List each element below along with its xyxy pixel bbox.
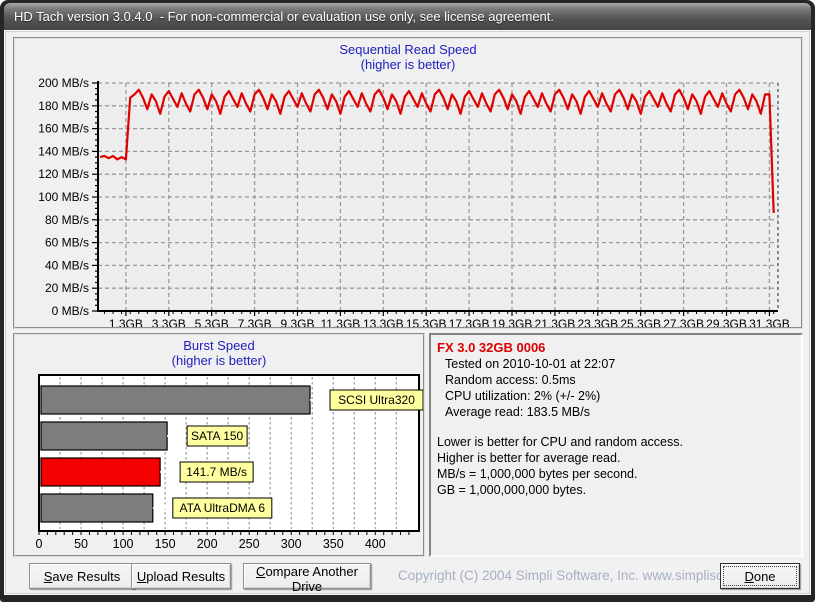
window-title: HD Tach version 3.0.4.0 - For non-commer… xyxy=(14,9,554,24)
dialog-content: Sequential Read Speed (higher is better)… xyxy=(4,30,811,595)
info-note-line: MB/s = 1,000,000 bytes per second. xyxy=(437,466,801,482)
burst-x-tick-label: 0 xyxy=(36,537,43,551)
drive-name: FX 3.0 32GB 0006 xyxy=(431,335,801,356)
seq-y-tick-label: 120 MB/s xyxy=(38,167,89,181)
seq-y-tick-label: 40 MB/s xyxy=(45,258,89,272)
titlebar[interactable]: HD Tach version 3.0.4.0 - For non-commer… xyxy=(4,3,811,30)
seq-x-tick-label: 25,3GB xyxy=(620,317,661,327)
info-note-line: Higher is better for average read. xyxy=(437,450,801,466)
seq-y-tick-label: 0 MB/s xyxy=(52,304,89,318)
seq-x-tick-label: 1,3GB xyxy=(109,317,143,327)
info-note-line: Lower is better for CPU and random acces… xyxy=(437,434,801,450)
drive-detail-line: Average read: 183.5 MB/s xyxy=(445,404,801,420)
burst-bar-label: 141.7 MB/s xyxy=(186,465,247,479)
compare-another-drive-button[interactable]: Compare Another Drive xyxy=(243,563,371,589)
burst-x-tick-label: 350 xyxy=(323,537,344,551)
burst-bar-label: SATA 150 xyxy=(191,429,244,443)
upload-results-button[interactable]: Upload Results xyxy=(131,563,231,589)
seq-x-tick-label: 27,3GB xyxy=(663,317,704,327)
drive-detail-line: Random access: 0.5ms xyxy=(445,372,801,388)
seq-y-tick-label: 200 MB/s xyxy=(38,76,89,90)
seq-x-tick-label: 31,3GB xyxy=(749,317,790,327)
burst-bar xyxy=(41,494,153,522)
done-label: Done xyxy=(721,569,799,584)
burst-x-tick-label: 50 xyxy=(74,537,88,551)
seq-y-tick-label: 20 MB/s xyxy=(45,281,89,295)
seq-x-tick-label: 3,3GB xyxy=(152,317,186,327)
burst-bar xyxy=(41,458,160,486)
seq-x-tick-label: 19,3GB xyxy=(492,317,533,327)
info-notes: Lower is better for CPU and random acces… xyxy=(431,434,801,498)
save-results-button[interactable]: Save Results xyxy=(29,563,135,589)
seq-x-tick-label: 11,3GB xyxy=(320,317,360,327)
seq-y-tick-label: 140 MB/s xyxy=(38,144,89,158)
burst-chart-title: Burst Speed xyxy=(15,338,423,353)
seq-x-tick-label: 9,3GB xyxy=(280,317,314,327)
sequential-chart-title: Sequential Read Speed xyxy=(15,42,801,57)
seq-x-tick-label: 17,3GB xyxy=(449,317,490,327)
burst-x-tick-label: 150 xyxy=(155,537,176,551)
seq-y-tick-label: 100 MB/s xyxy=(38,190,89,204)
burst-x-tick-label: 200 xyxy=(197,537,218,551)
seq-x-tick-label: 5,3GB xyxy=(195,317,229,327)
compare-another-drive-label: Compare Another Drive xyxy=(244,564,370,594)
drive-detail-line: CPU utilization: 2% (+/- 2%) xyxy=(445,388,801,404)
seq-x-tick-label: 21,3GB xyxy=(535,317,576,327)
drive-details: Tested on 2010-10-01 at 22:07Random acce… xyxy=(431,356,801,420)
info-note-line: GB = 1,000,000,000 bytes. xyxy=(437,482,801,498)
sequential-read-panel: Sequential Read Speed (higher is better)… xyxy=(13,37,803,329)
upload-results-label: Upload Results xyxy=(132,569,230,584)
seq-y-tick-label: 60 MB/s xyxy=(45,236,89,250)
save-results-label: Save Results xyxy=(30,569,134,584)
burst-bar xyxy=(41,386,310,414)
seq-y-tick-label: 80 MB/s xyxy=(45,213,89,227)
drive-detail-line: Tested on 2010-10-01 at 22:07 xyxy=(445,356,801,372)
burst-x-tick-label: 300 xyxy=(281,537,302,551)
hd-tach-window: HD Tach version 3.0.4.0 - For non-commer… xyxy=(0,0,815,602)
burst-x-tick-label: 400 xyxy=(365,537,386,551)
burst-speed-panel: Burst Speed (higher is better) SCSI Ultr… xyxy=(13,333,425,557)
seq-x-tick-label: 7,3GB xyxy=(238,317,272,327)
burst-x-tick-label: 100 xyxy=(113,537,134,551)
seq-x-tick-label: 29,3GB xyxy=(706,317,747,327)
burst-speed-chart: SCSI Ultra320 SATA 150 141.7 MB/s ATA Ultra… xyxy=(15,335,423,555)
burst-chart-subtitle: (higher is better) xyxy=(15,353,423,368)
seq-x-tick-label: 15,3GB xyxy=(406,317,447,327)
seq-x-tick-label: 13,3GB xyxy=(363,317,404,327)
done-button[interactable]: Done xyxy=(720,563,800,589)
burst-x-tick-label: 250 xyxy=(239,537,260,551)
burst-bar-label: ATA UltraDMA 6 xyxy=(180,501,266,515)
sequential-read-chart: 0 MB/s 20 MB/s 40 MB/s 60 MB/s 80 MB/s 100 MB… xyxy=(15,39,801,327)
sequential-chart-subtitle: (higher is better) xyxy=(15,57,801,72)
burst-bar xyxy=(41,422,167,450)
burst-bar-label: SCSI Ultra320 xyxy=(338,393,415,407)
seq-x-tick-label: 23,3GB xyxy=(577,317,618,327)
seq-y-tick-label: 160 MB/s xyxy=(38,122,89,136)
drive-info-panel: FX 3.0 32GB 0006 Tested on 2010-10-01 at… xyxy=(429,333,803,557)
seq-y-tick-label: 180 MB/s xyxy=(38,99,89,113)
